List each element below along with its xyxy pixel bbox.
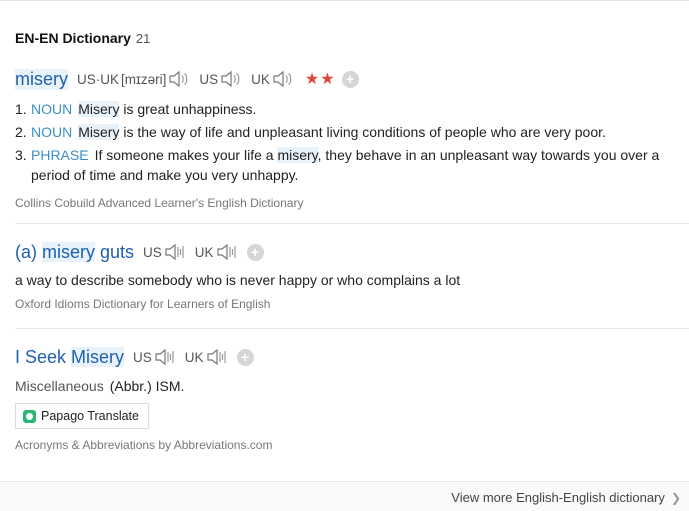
sense-list: 1. NOUN Misery is great unhappiness. 2. N… bbox=[15, 99, 689, 185]
highlight-term: Misery bbox=[78, 124, 120, 140]
pron-usuk-label: US·UK bbox=[77, 71, 120, 87]
papago-row: Papago Translate bbox=[15, 403, 689, 429]
view-more-link[interactable]: View more English-English dictionary ❯ bbox=[451, 490, 681, 505]
dictionary-source[interactable]: Acronyms & Abbreviations by Abbreviation… bbox=[15, 438, 689, 452]
highlight-term: misery bbox=[277, 147, 318, 163]
view-more-label: View more English-English dictionary bbox=[451, 490, 665, 505]
headword-prefix: (a) bbox=[15, 241, 42, 262]
pronunciation-uk: UK bbox=[251, 70, 303, 88]
headword-row: I Seek Misery US UK + bbox=[15, 345, 689, 369]
sense-text: is great unhappiness. bbox=[119, 101, 257, 117]
definition-row: Miscellaneous (Abbr.) ISM. bbox=[15, 378, 689, 394]
add-wordbook-icon[interactable]: + bbox=[341, 70, 359, 88]
divider bbox=[15, 223, 689, 224]
add-wordbook-icon[interactable]: + bbox=[246, 243, 264, 261]
headword-link[interactable]: I Seek Misery bbox=[15, 346, 125, 368]
speaker-icon[interactable] bbox=[216, 243, 238, 261]
pron-us-label: US bbox=[199, 71, 219, 87]
star-rating: ★★ bbox=[304, 71, 336, 88]
part-of-speech: PHRASE bbox=[31, 147, 89, 163]
entry-misery: misery US·UK [mɪzəri] US UK ★★ + 1. NOUN… bbox=[15, 67, 689, 210]
pron-uk-label: UK bbox=[184, 349, 204, 365]
pronunciation-uk: UK bbox=[195, 243, 247, 261]
headword-link[interactable]: misery bbox=[15, 68, 68, 90]
pron-us-label: US bbox=[143, 244, 162, 260]
sense-number: 1. bbox=[15, 101, 27, 117]
speaker-icon[interactable] bbox=[164, 243, 186, 261]
headword-row: misery US·UK [mɪzəri] US UK ★★ + bbox=[15, 67, 689, 91]
pron-ipa: [mɪzəri] bbox=[121, 71, 167, 87]
headword-suffix: guts bbox=[95, 241, 135, 262]
part-of-speech: NOUN bbox=[31, 124, 73, 140]
speaker-icon[interactable] bbox=[272, 70, 294, 88]
definition-text: a way to describe somebody who is never … bbox=[15, 272, 461, 288]
highlight-term: Misery bbox=[71, 346, 125, 367]
result-count: 21 bbox=[135, 31, 151, 46]
pronunciation-us: US bbox=[143, 243, 195, 261]
sense-item: 1. NOUN Misery is great unhappiness. bbox=[15, 99, 689, 119]
entry-misery-guts: (a) misery guts US UK + a way to describ… bbox=[15, 240, 689, 311]
speaker-icon[interactable] bbox=[206, 348, 228, 366]
add-wordbook-icon[interactable]: + bbox=[236, 348, 254, 366]
speaker-icon[interactable] bbox=[220, 70, 242, 88]
divider bbox=[15, 328, 689, 329]
papago-translate-button[interactable]: Papago Translate bbox=[15, 403, 149, 429]
headword-link[interactable]: (a) misery guts bbox=[15, 241, 135, 263]
part-of-speech: NOUN bbox=[31, 101, 73, 117]
sense-text-pre: If someone makes your life a bbox=[94, 147, 278, 163]
pronunciation-us: US bbox=[199, 70, 251, 88]
sense-number: 3. bbox=[15, 147, 27, 163]
speaker-icon[interactable] bbox=[168, 70, 190, 88]
dictionary-source[interactable]: Oxford Idioms Dictionary for Learners of… bbox=[15, 297, 689, 311]
section-header: EN-EN Dictionary 21 bbox=[15, 30, 150, 48]
definition-text: (Abbr.) ISM. bbox=[109, 378, 185, 394]
highlight-term: Misery bbox=[78, 101, 120, 117]
papago-label: Papago Translate bbox=[41, 409, 139, 423]
pron-uk-label: UK bbox=[251, 71, 270, 87]
dictionary-panel: EN-EN Dictionary 21 misery US·UK [mɪzəri… bbox=[0, 0, 689, 511]
pronunciation-usuk: US·UK [mɪzəri] bbox=[77, 70, 199, 88]
speaker-icon[interactable] bbox=[154, 348, 176, 366]
entry-i-seek-misery: I Seek Misery US UK + Miscellaneous (Abb… bbox=[15, 345, 689, 452]
sense-number: 2. bbox=[15, 124, 27, 140]
headword-prefix: I Seek bbox=[15, 346, 72, 367]
footer-bar: View more English-English dictionary ❯ bbox=[0, 481, 689, 511]
pronunciation-uk: UK bbox=[185, 348, 237, 366]
category-label: Miscellaneous bbox=[15, 378, 104, 394]
papago-icon bbox=[23, 409, 36, 423]
pronunciation-us: US bbox=[133, 348, 185, 366]
sense-text: is the way of life and unpleasant living… bbox=[119, 124, 606, 140]
headword-row: (a) misery guts US UK + bbox=[15, 240, 689, 264]
pron-uk-label: UK bbox=[194, 244, 214, 260]
chevron-right-icon: ❯ bbox=[670, 490, 681, 505]
dictionary-source[interactable]: Collins Cobuild Advanced Learner's Engli… bbox=[15, 196, 689, 210]
sense-item: 2. NOUN Misery is the way of life and unp… bbox=[15, 122, 689, 142]
highlight-term: misery bbox=[42, 241, 95, 262]
pron-us-label: US bbox=[133, 349, 152, 365]
sense-item: 3. PHRASE If someone makes your life a mi… bbox=[15, 145, 689, 185]
section-title: EN-EN Dictionary bbox=[15, 30, 131, 46]
